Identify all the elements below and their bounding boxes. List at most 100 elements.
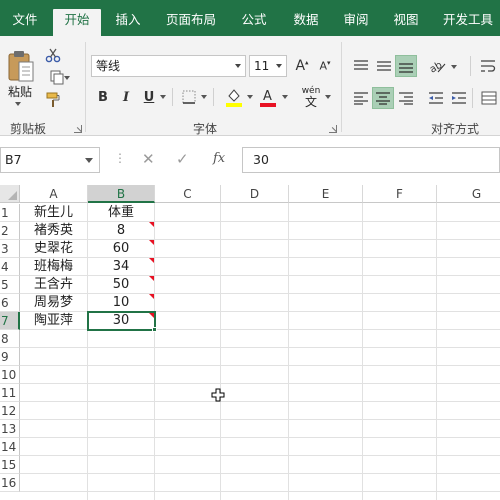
row-header[interactable]: 15 — [0, 456, 20, 474]
paste-button[interactable] — [6, 48, 36, 86]
font-name-select[interactable]: 等线 — [91, 55, 246, 77]
cell-a5[interactable]: 王含卉 — [20, 276, 87, 294]
cell-b6[interactable]: 10 — [88, 294, 154, 312]
tab-view[interactable]: 视图 — [384, 9, 428, 36]
font-color-button[interactable]: A — [258, 86, 278, 108]
error-indicator-icon[interactable] — [149, 240, 154, 245]
tab-page-layout[interactable]: 页面布局 — [158, 9, 224, 36]
row-header[interactable]: 2 — [0, 222, 20, 240]
paste-icon — [8, 51, 34, 82]
italic-button[interactable]: I — [117, 87, 135, 107]
tab-home[interactable]: 开始 — [53, 9, 101, 37]
tab-insert[interactable]: 插入 — [106, 9, 150, 36]
cell-b4[interactable]: 34 — [88, 258, 154, 276]
cell-a1[interactable]: 新生儿 — [20, 204, 87, 222]
cell-b3[interactable]: 60 — [88, 240, 154, 258]
select-all-button[interactable] — [0, 185, 20, 203]
worksheet-grid[interactable]: A B C D E F G 1 2 3 4 5 6 7 8 9 10 11 12… — [0, 185, 500, 500]
align-left-button[interactable] — [351, 88, 371, 108]
active-cell-selection[interactable] — [87, 311, 156, 331]
merge-center-button[interactable] — [478, 87, 500, 109]
font-color-dropdown-icon[interactable] — [282, 95, 288, 99]
font-size-select[interactable]: 11 — [249, 55, 287, 77]
borders-dropdown-icon[interactable] — [201, 95, 207, 99]
increase-indent-button[interactable] — [449, 88, 469, 108]
column-header-g[interactable]: G — [437, 185, 500, 203]
cell-a2[interactable]: 褚秀英 — [20, 222, 87, 240]
row-header[interactable]: 5 — [0, 276, 20, 294]
orientation-button[interactable]: ab — [426, 55, 448, 77]
decrease-font-size-button[interactable]: A▾ — [315, 55, 335, 77]
phonetic-dropdown-icon[interactable] — [325, 95, 331, 99]
cell-b5[interactable]: 50 — [88, 276, 154, 294]
align-bottom-button[interactable] — [395, 55, 417, 77]
row-header[interactable]: 8 — [0, 330, 20, 348]
tab-developer[interactable]: 开发工具 — [436, 9, 500, 36]
row-header[interactable]: 11 — [0, 384, 20, 402]
align-center-button[interactable] — [372, 87, 394, 109]
wrap-text-button[interactable] — [477, 55, 499, 77]
tab-formulas[interactable]: 公式 — [232, 9, 276, 36]
error-indicator-icon[interactable] — [149, 222, 154, 227]
tab-data[interactable]: 数据 — [284, 9, 328, 36]
row-header-selected[interactable]: 7 — [0, 312, 20, 330]
cell-a6[interactable]: 周易梦 — [20, 294, 87, 312]
row-header[interactable]: 4 — [0, 258, 20, 276]
enter-check-icon[interactable]: ✓ — [176, 150, 189, 168]
row-header[interactable]: 16 — [0, 474, 20, 492]
column-header-b[interactable]: B — [88, 185, 155, 203]
gridline — [20, 419, 500, 420]
cut-button[interactable] — [44, 47, 62, 63]
column-header-a[interactable]: A — [20, 185, 88, 203]
column-header-d[interactable]: D — [221, 185, 289, 203]
tab-review[interactable]: 审阅 — [334, 9, 378, 36]
align-right-button[interactable] — [396, 88, 416, 108]
cell-a7[interactable]: 陶亚萍 — [20, 312, 87, 330]
error-indicator-icon[interactable] — [149, 276, 154, 281]
decrease-indent-button[interactable] — [426, 88, 446, 108]
error-indicator-icon[interactable] — [149, 294, 154, 299]
error-indicator-icon[interactable] — [149, 258, 154, 263]
font-launcher-icon[interactable] — [329, 125, 337, 133]
format-painter-button[interactable] — [44, 92, 62, 108]
phonetic-guide-button[interactable]: wén 文 — [298, 85, 324, 111]
orientation-dropdown-icon[interactable] — [451, 65, 457, 69]
row-header[interactable]: 3 — [0, 240, 20, 258]
row-header[interactable]: 6 — [0, 294, 20, 312]
clipboard-launcher-icon[interactable] — [74, 125, 82, 133]
cell-a4[interactable]: 班梅梅 — [20, 258, 87, 276]
fill-color-dropdown-icon[interactable] — [247, 95, 253, 99]
row-header[interactable]: 10 — [0, 366, 20, 384]
cell-b1[interactable]: 体重 — [88, 204, 154, 222]
name-box[interactable]: B7 — [0, 147, 100, 173]
divider — [213, 88, 214, 106]
copy-button[interactable] — [44, 69, 70, 85]
row-header[interactable]: 12 — [0, 402, 20, 420]
align-top-button[interactable] — [351, 56, 371, 76]
row-header[interactable]: 14 — [0, 438, 20, 456]
copy-dropdown-icon[interactable] — [64, 76, 70, 80]
borders-button[interactable] — [180, 88, 198, 106]
format-painter-icon — [46, 92, 60, 107]
tab-file[interactable]: 文件 — [0, 9, 50, 36]
row-header[interactable]: 13 — [0, 420, 20, 438]
underline-dropdown-icon[interactable] — [160, 95, 166, 99]
insert-function-icon[interactable]: fx — [213, 151, 225, 166]
cell-b2[interactable]: 8 — [88, 222, 154, 240]
column-header-c[interactable]: C — [155, 185, 221, 203]
row-header[interactable]: 9 — [0, 348, 20, 366]
underline-button[interactable]: U — [140, 87, 158, 107]
row-header[interactable]: 1 — [0, 204, 20, 222]
align-middle-button[interactable] — [374, 56, 394, 76]
more-dots-icon[interactable]: ⋮ — [114, 151, 126, 165]
column-header-f[interactable]: F — [363, 185, 437, 203]
paste-dropdown-icon[interactable] — [15, 102, 21, 106]
fill-handle[interactable] — [152, 327, 157, 332]
fill-color-button[interactable] — [224, 86, 244, 108]
increase-font-size-button[interactable]: A▴ — [292, 55, 312, 77]
bold-button[interactable]: B — [94, 87, 112, 107]
cancel-icon[interactable]: ✕ — [142, 150, 155, 168]
formula-input[interactable]: 30 — [242, 147, 500, 173]
column-header-e[interactable]: E — [289, 185, 363, 203]
cell-a3[interactable]: 史翠花 — [20, 240, 87, 258]
